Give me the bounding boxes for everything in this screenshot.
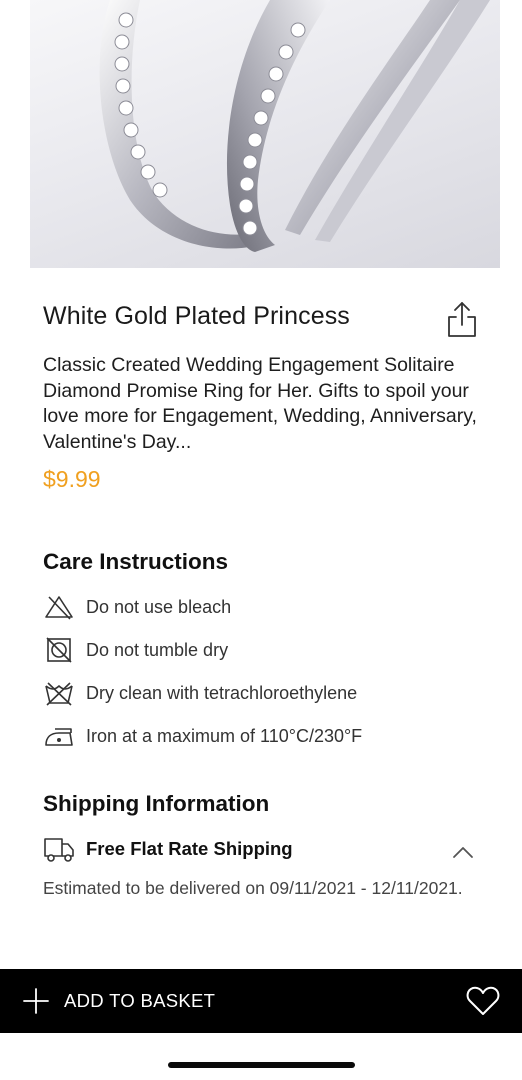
shipping-information-title: Shipping Information	[43, 791, 270, 816]
product-image	[30, 0, 500, 268]
care-item-label: Dry clean with tetrachloroethylene	[86, 682, 358, 703]
care-instructions-title: Care Instructions	[43, 549, 229, 574]
product-title: White Gold Plated Princess	[43, 302, 350, 330]
plus-icon	[22, 987, 50, 1015]
care-item-label: Do not use bleach	[86, 596, 232, 617]
dry-clean-icon	[43, 679, 75, 707]
no-bleach-icon	[43, 593, 75, 621]
care-item-dry-clean: Dry clean with tetrachloroethylene	[43, 679, 357, 707]
product-price: $9.99	[43, 466, 101, 492]
iron-icon	[43, 722, 75, 750]
care-item-label: Iron at a maximum of 110°C/230°F	[86, 725, 363, 746]
shipping-method[interactable]: Free Flat Rate Shipping	[43, 834, 293, 864]
shipping-method-label: Free Flat Rate Shipping	[86, 838, 293, 859]
share-icon[interactable]	[446, 300, 478, 340]
home-indicator	[168, 1062, 355, 1068]
delivery-estimate: Estimated to be delivered on 09/11/2021 …	[43, 878, 463, 898]
product-description: Classic Created Wedding Engagement Solit…	[43, 354, 477, 453]
add-to-basket-label: ADD TO BASKET	[64, 990, 216, 1011]
no-tumble-dry-icon	[43, 636, 75, 664]
truck-icon	[43, 834, 75, 864]
care-item-no-tumble-dry: Do not tumble dry	[43, 636, 228, 664]
chevron-up-icon[interactable]	[450, 842, 476, 862]
care-item-no-bleach: Do not use bleach	[43, 593, 231, 621]
add-to-basket-button[interactable]: ADD TO BASKET	[22, 969, 215, 1033]
bottom-action-bar: ADD TO BASKET	[0, 969, 522, 1033]
care-item-label: Do not tumble dry	[86, 639, 229, 660]
heart-icon[interactable]	[466, 985, 500, 1017]
care-item-iron: Iron at a maximum of 110°C/230°F	[43, 722, 362, 750]
